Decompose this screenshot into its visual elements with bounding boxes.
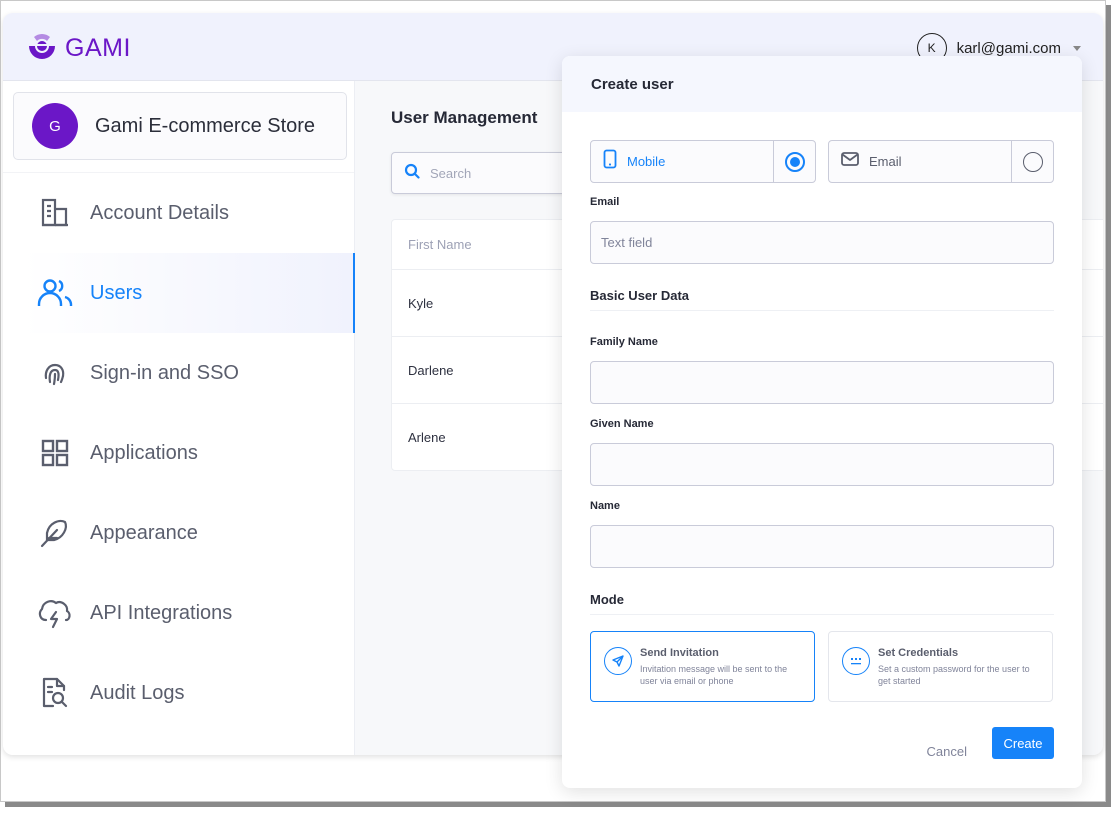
given-name-label: Given Name — [590, 418, 654, 430]
sidebar-item-sign-in-sso[interactable]: Sign-in and SSO — [3, 333, 354, 413]
radio-selected-icon — [784, 151, 805, 172]
email-radio[interactable] — [1011, 141, 1053, 182]
given-name-field[interactable] — [590, 443, 1054, 486]
sidebar-item-label: API Integrations — [90, 601, 233, 624]
file-search-icon — [37, 675, 73, 711]
grid-icon — [37, 435, 73, 471]
sidebar-item-applications[interactable]: Applications — [3, 413, 354, 493]
cell-first-name: Arlene — [408, 430, 446, 445]
org-selector[interactable]: G Gami E-commerce Store — [13, 92, 347, 160]
mobile-radio[interactable] — [773, 141, 815, 182]
cancel-button[interactable]: Cancel — [927, 744, 967, 759]
mode-send-invitation[interactable]: Send Invitation Invitation message will … — [590, 631, 815, 702]
name-field[interactable] — [590, 525, 1054, 568]
mode-title: Send Invitation — [640, 647, 719, 659]
sidebar-item-users[interactable]: Users — [23, 253, 355, 333]
org-avatar: G — [32, 103, 78, 149]
cell-first-name: Kyle — [408, 295, 434, 311]
divider — [590, 310, 1054, 311]
contact-option-email[interactable]: Email — [828, 140, 1054, 183]
mode-description: Set a custom password for the user to ge… — [878, 664, 1030, 686]
mail-icon — [841, 152, 859, 171]
fingerprint-icon — [37, 355, 73, 391]
contact-type-toggle: Mobile Email — [590, 140, 1054, 183]
search-icon — [404, 163, 420, 184]
sidebar-nav: Account Details Users Sign-in and SSO Ap… — [3, 173, 355, 733]
family-name-field[interactable] — [590, 361, 1054, 404]
sidebar: G Gami E-commerce Store Account Details — [3, 81, 355, 755]
family-name-label: Family Name — [590, 336, 658, 348]
create-button[interactable]: Create — [992, 727, 1054, 759]
sidebar-item-label: Account Details — [90, 201, 229, 224]
password-icon — [842, 647, 870, 675]
mode-set-credentials[interactable]: Set Credentials Set a custom password fo… — [828, 631, 1053, 702]
window-frame: GAMI K karl@gami.com G Gami E-commerce S… — [0, 0, 1106, 802]
email-label: Email — [590, 196, 620, 208]
page-title: User Management — [391, 108, 538, 127]
sidebar-item-label: Users — [90, 281, 143, 304]
cloud-lightning-icon — [37, 595, 73, 631]
sidebar-item-appearance[interactable]: Appearance — [3, 493, 354, 573]
contact-option-mobile[interactable]: Mobile — [590, 140, 816, 183]
send-icon — [604, 647, 632, 675]
chevron-down-icon[interactable] — [1073, 45, 1081, 51]
contact-option-label: Email — [869, 154, 902, 169]
sidebar-item-label: Sign-in and SSO — [90, 361, 239, 384]
email-field[interactable] — [590, 221, 1054, 264]
modal-title: Create user — [591, 75, 674, 93]
logo-text: GAMI — [65, 34, 131, 62]
users-icon — [37, 275, 73, 311]
basic-user-data-heading: Basic User Data — [590, 288, 689, 303]
logo[interactable]: GAMI — [27, 31, 131, 66]
divider — [590, 614, 1054, 615]
sidebar-item-label: Audit Logs — [90, 681, 185, 704]
user-email[interactable]: karl@gami.com — [957, 40, 1061, 57]
mode-title: Set Credentials — [878, 647, 959, 659]
sidebar-item-label: Applications — [90, 441, 198, 464]
cell-first-name: Darlene — [408, 362, 454, 378]
sidebar-item-api-integrations[interactable]: API Integrations — [3, 573, 354, 653]
modal-header: Create user — [562, 56, 1082, 112]
org-name: Gami E-commerce Store — [95, 114, 316, 137]
contact-option-label: Mobile — [627, 154, 666, 169]
create-user-modal: Create user Mobile Email Email Text fiel… — [562, 56, 1082, 788]
sidebar-item-account-details[interactable]: Account Details — [3, 173, 354, 253]
feather-icon — [37, 515, 73, 551]
sidebar-item-label: Appearance — [90, 521, 198, 544]
sidebar-item-audit-logs[interactable]: Audit Logs — [3, 653, 354, 733]
name-label: Name — [590, 500, 620, 512]
gami-logo-icon — [27, 31, 57, 66]
mode-description: Invitation message will be sent to the u… — [640, 664, 788, 686]
mobile-icon — [603, 149, 617, 174]
building-icon — [37, 195, 73, 231]
mode-heading: Mode — [590, 592, 624, 607]
radio-unselected-icon — [1022, 151, 1043, 172]
